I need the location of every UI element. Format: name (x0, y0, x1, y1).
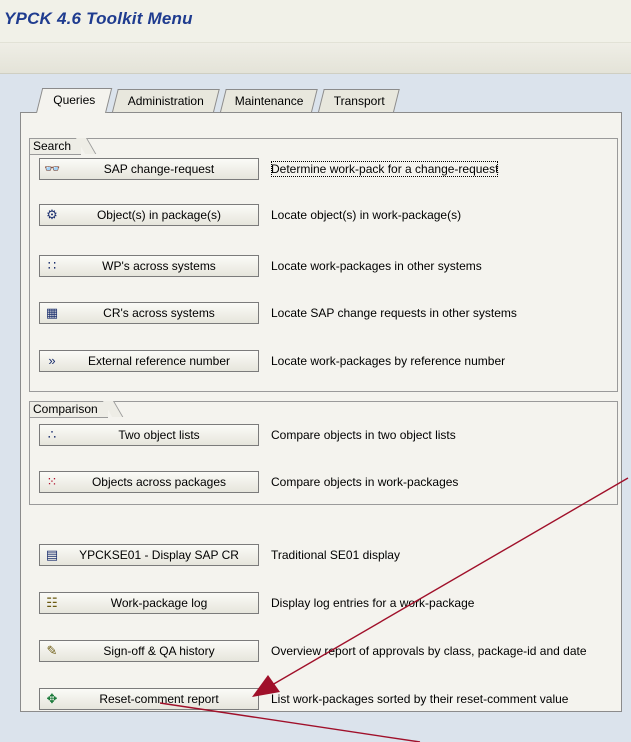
row-description: Overview report of approvals by class, p… (271, 644, 587, 658)
tab-transport[interactable]: Transport (318, 89, 400, 112)
row-description: Locate SAP change requests in other syst… (271, 306, 517, 320)
crs-across-systems-button[interactable]: ▦ CR's across systems (39, 302, 259, 324)
sap-change-request-button[interactable]: 👓 SAP change-request (39, 158, 259, 180)
row-description: Determine work-pack for a change-request (268, 158, 501, 180)
two-object-lists-button[interactable]: ∴ Two object lists (39, 424, 259, 446)
external-reference-number-button[interactable]: » External reference number (39, 350, 259, 372)
ypckse01-display-button[interactable]: ▤ YPCKSE01 - Display SAP CR (39, 544, 259, 566)
comparison-group-label: Comparison (29, 401, 108, 418)
wps-across-systems-button[interactable]: ∷ WP's across systems (39, 255, 259, 277)
document-icon: ▤ (45, 547, 59, 562)
binoculars-icon: 👓 (44, 161, 61, 176)
row-description: Locate object(s) in work-package(s) (271, 208, 462, 222)
tab-administration[interactable]: Administration (112, 89, 220, 112)
signal-icon: » (48, 353, 56, 368)
signoff-icon: ✎ (46, 643, 58, 658)
row-description: Traditional SE01 display (271, 548, 400, 562)
compare-icon: ∴ (47, 427, 57, 442)
title-bar: YPCK 4.6 Toolkit Menu (0, 0, 631, 43)
row-description: List work-packages sorted by their reset… (271, 692, 569, 706)
work-package-log-button[interactable]: ☷ Work-package log (39, 592, 259, 614)
toolbar (0, 43, 631, 74)
network-icon: ∷ (47, 258, 57, 273)
log-icon: ☷ (46, 595, 58, 610)
row-description: Compare objects in two object lists (271, 428, 456, 442)
search-group-label: Search (29, 138, 82, 155)
sign-off-qa-history-button[interactable]: ✎ Sign-off & QA history (39, 640, 259, 662)
gear-icon: ⚙ (46, 207, 58, 222)
reset-comment-report-button[interactable]: ✥ Reset-comment report (39, 688, 259, 710)
app-title: YPCK 4.6 Toolkit Menu (4, 9, 193, 28)
row-description: Locate work-packages in other systems (271, 259, 482, 273)
row-description: Compare objects in work-packages (271, 475, 459, 489)
tab-queries[interactable]: Queries (36, 88, 113, 113)
row-description: Locate work-packages by reference number (271, 354, 506, 368)
report-icon: ✥ (46, 691, 58, 706)
matrix-icon: ⁙ (46, 474, 58, 489)
grid-icon: ▦ (45, 305, 59, 320)
tab-maintenance[interactable]: Maintenance (220, 89, 318, 112)
objects-in-packages-button[interactable]: ⚙ Object(s) in package(s) (39, 204, 259, 226)
objects-across-packages-button[interactable]: ⁙ Objects across packages (39, 471, 259, 493)
row-description: Display log entries for a work-package (271, 596, 475, 610)
